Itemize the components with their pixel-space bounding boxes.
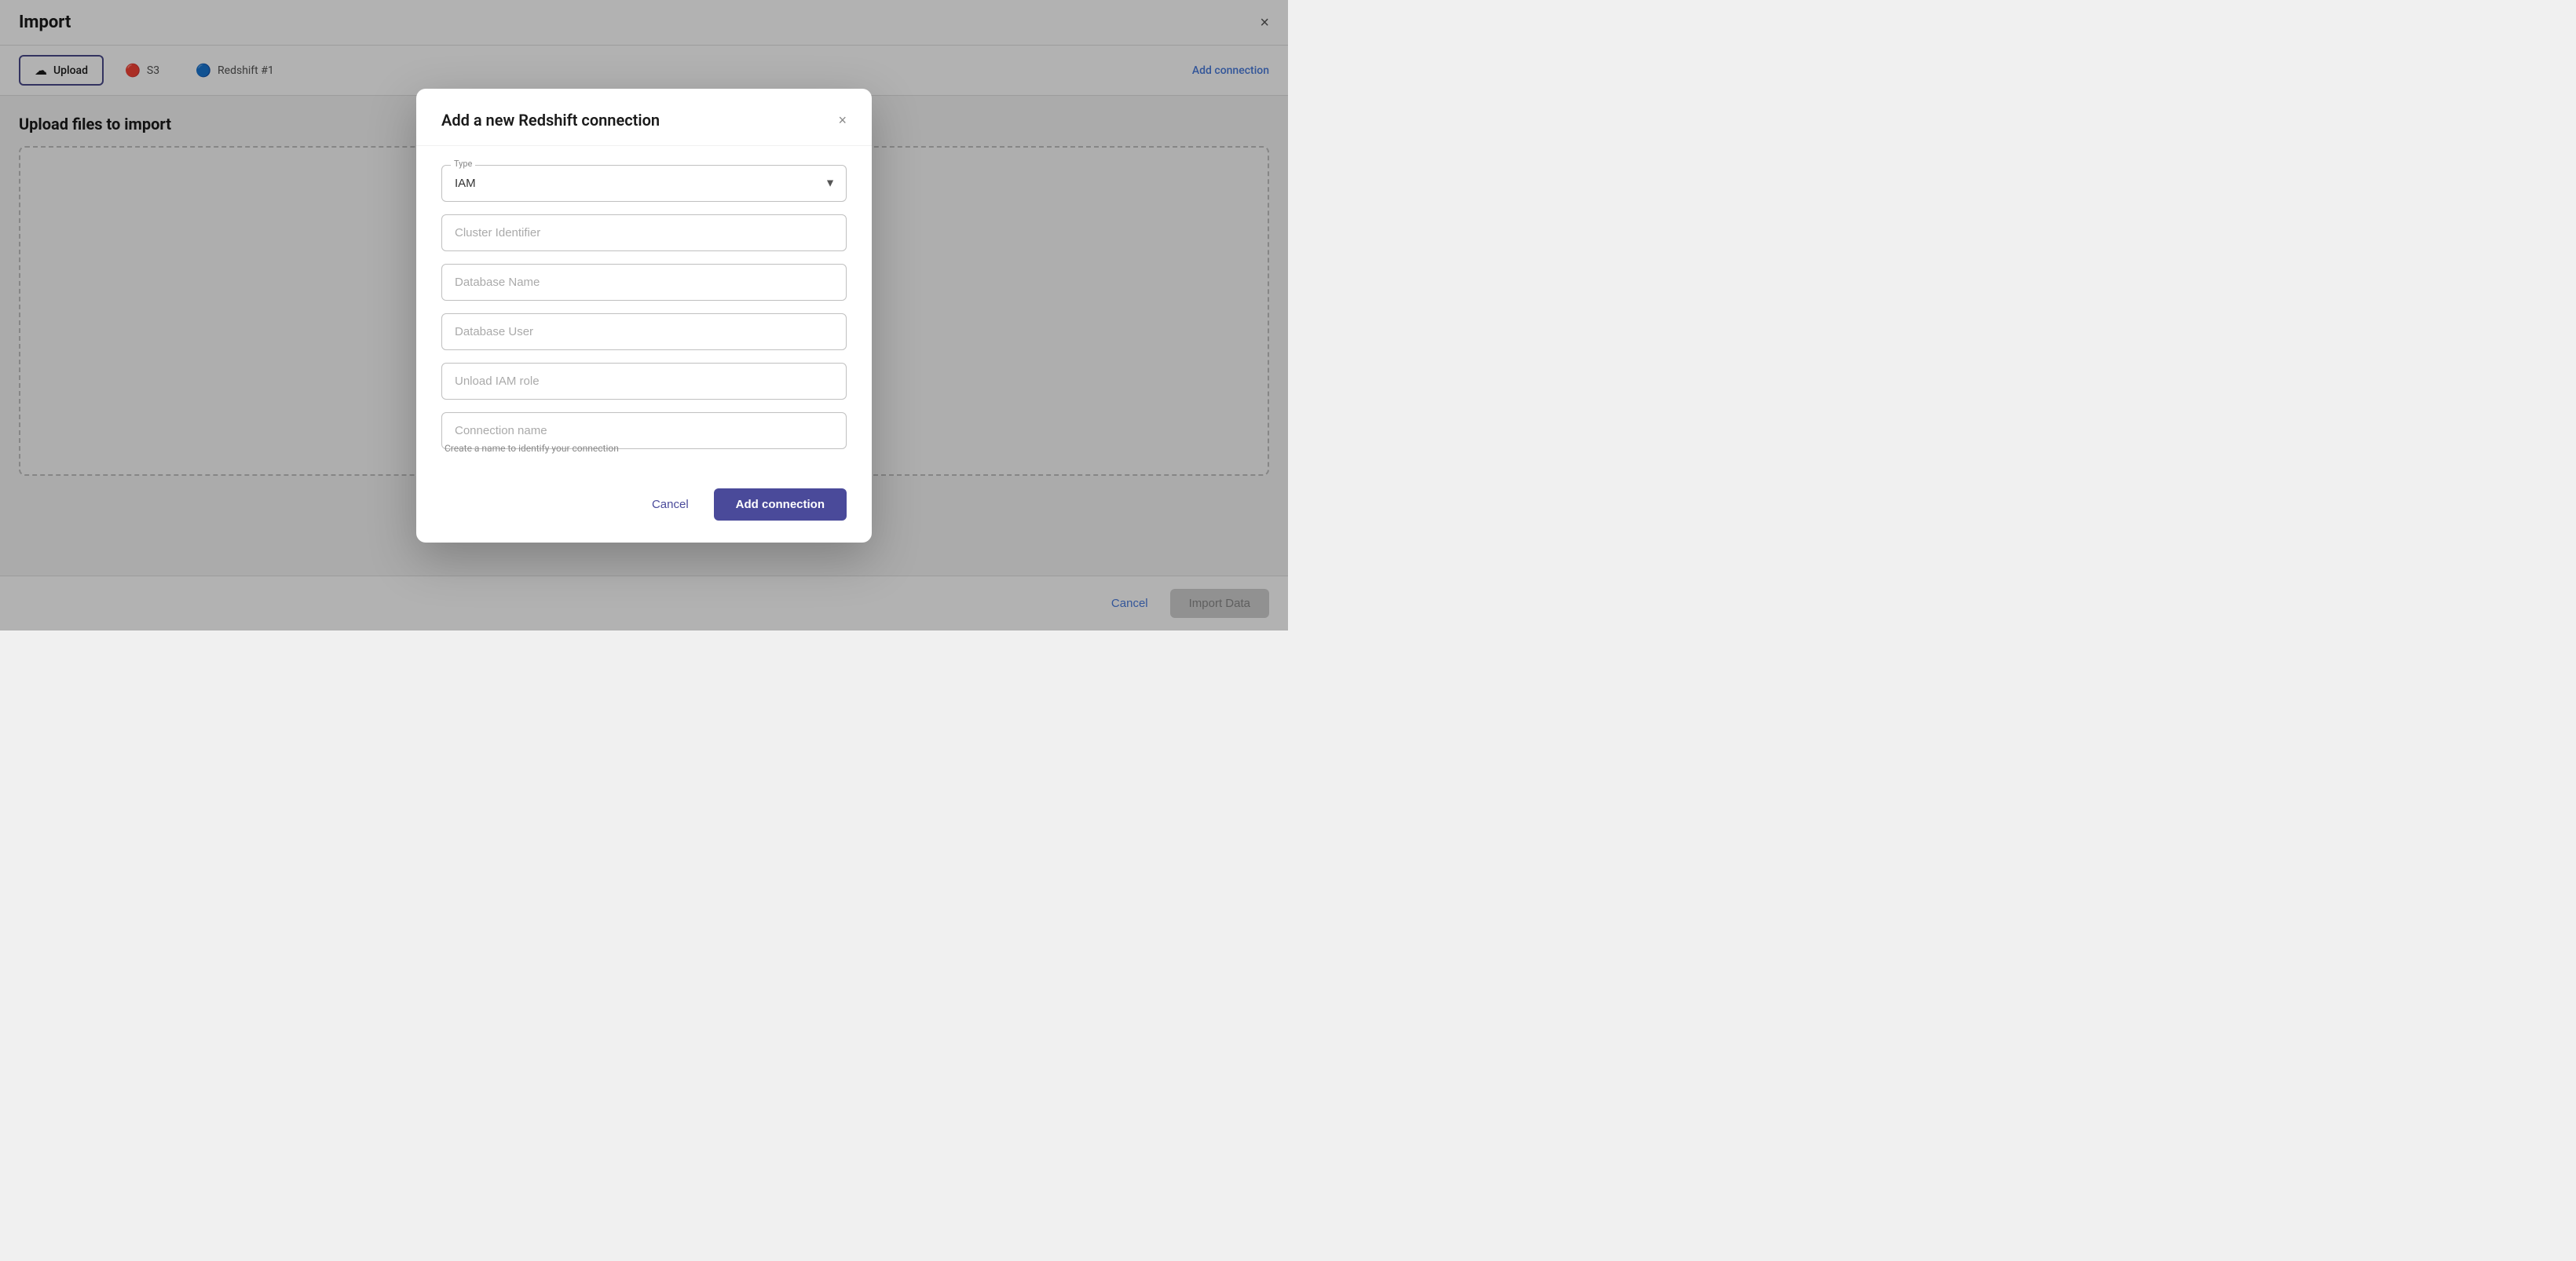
type-label: Type: [451, 159, 475, 169]
modal-body: Type IAM Password ▼: [416, 146, 872, 473]
modal: Add a new Redshift connection × Type IAM…: [416, 89, 872, 543]
modal-footer: Cancel Add connection: [416, 473, 872, 543]
cluster-identifier-wrapper: [441, 214, 847, 251]
type-field-wrapper: Type IAM Password ▼: [441, 165, 847, 202]
page-background: Import × ☁ Upload 🔴 S3 🔵 Redshift #1 Add…: [0, 0, 1288, 630]
database-name-wrapper: [441, 264, 847, 301]
connection-name-wrapper: Create a name to identify your connectio…: [441, 412, 847, 454]
modal-close-button[interactable]: ×: [838, 113, 847, 127]
type-select[interactable]: IAM Password: [441, 165, 847, 202]
modal-header: Add a new Redshift connection ×: [416, 89, 872, 146]
database-user-input[interactable]: [441, 313, 847, 350]
modal-title: Add a new Redshift connection: [441, 111, 660, 130]
unload-iam-input[interactable]: [441, 363, 847, 400]
unload-iam-wrapper: [441, 363, 847, 400]
modal-cancel-button[interactable]: Cancel: [639, 490, 701, 519]
modal-overlay: Add a new Redshift connection × Type IAM…: [0, 0, 1288, 630]
modal-add-connection-button[interactable]: Add connection: [714, 488, 847, 521]
database-user-wrapper: [441, 313, 847, 350]
cluster-identifier-input[interactable]: [441, 214, 847, 251]
database-name-input[interactable]: [441, 264, 847, 301]
